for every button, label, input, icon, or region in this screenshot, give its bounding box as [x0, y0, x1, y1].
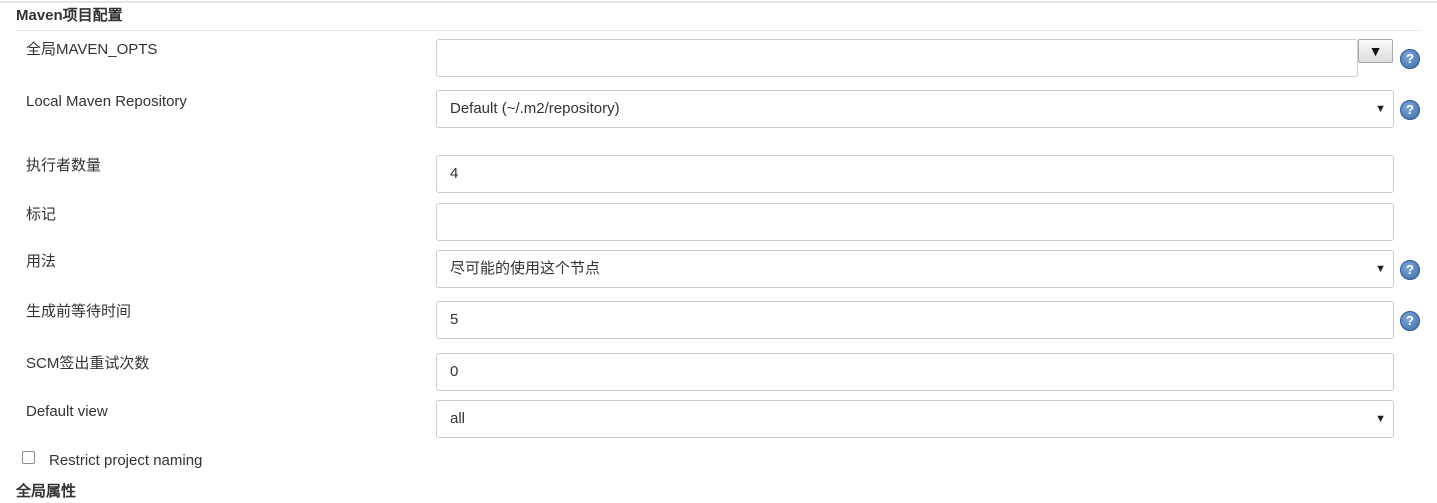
default-view-label: Default view: [26, 403, 108, 420]
local-repo-selected-value: Default (~/.m2/repository): [450, 100, 620, 117]
default-view-select[interactable]: all ▼: [436, 400, 1394, 438]
help-icon-quiet-period[interactable]: ?: [1400, 311, 1420, 331]
quiet-period-label: 生成前等待时间: [26, 303, 132, 320]
usage-select[interactable]: 尽可能的使用这个节点 ▼: [436, 250, 1394, 288]
maven-opts-label: 全局MAVEN_OPTS: [26, 41, 158, 58]
maven-opts-input[interactable]: [436, 39, 1358, 77]
chevron-down-icon: ▼: [1375, 103, 1386, 115]
restrict-naming-checkbox[interactable]: [22, 451, 35, 464]
executors-input[interactable]: 4: [436, 155, 1394, 193]
help-icon-maven-opts[interactable]: ?: [1400, 49, 1420, 69]
expand-textarea-button[interactable]: ▼: [1358, 39, 1393, 63]
scm-retry-input[interactable]: 0: [436, 353, 1394, 391]
labels-input[interactable]: [436, 203, 1394, 241]
quiet-period-input[interactable]: 5: [436, 301, 1394, 339]
chevron-down-icon: ▼: [1375, 413, 1386, 425]
top-divider: [0, 1, 1437, 3]
local-repo-select[interactable]: Default (~/.m2/repository) ▼: [436, 90, 1394, 128]
help-icon-local-repo[interactable]: ?: [1400, 100, 1420, 120]
labels-label: 标记: [26, 206, 57, 223]
usage-label: 用法: [26, 253, 57, 270]
local-repo-label: Local Maven Repository: [26, 93, 187, 110]
maven-section-title: Maven项目配置: [16, 6, 1420, 31]
restrict-naming-label[interactable]: Restrict project naming: [49, 452, 202, 470]
scm-retry-label: SCM签出重试次数: [26, 355, 150, 372]
help-icon-usage[interactable]: ?: [1400, 260, 1420, 280]
usage-selected-value: 尽可能的使用这个节点: [450, 260, 601, 277]
global-properties-title: 全局属性: [16, 483, 77, 500]
chevron-down-icon: ▼: [1375, 263, 1386, 275]
default-view-selected-value: all: [450, 410, 466, 427]
executors-label: 执行者数量: [26, 157, 102, 174]
